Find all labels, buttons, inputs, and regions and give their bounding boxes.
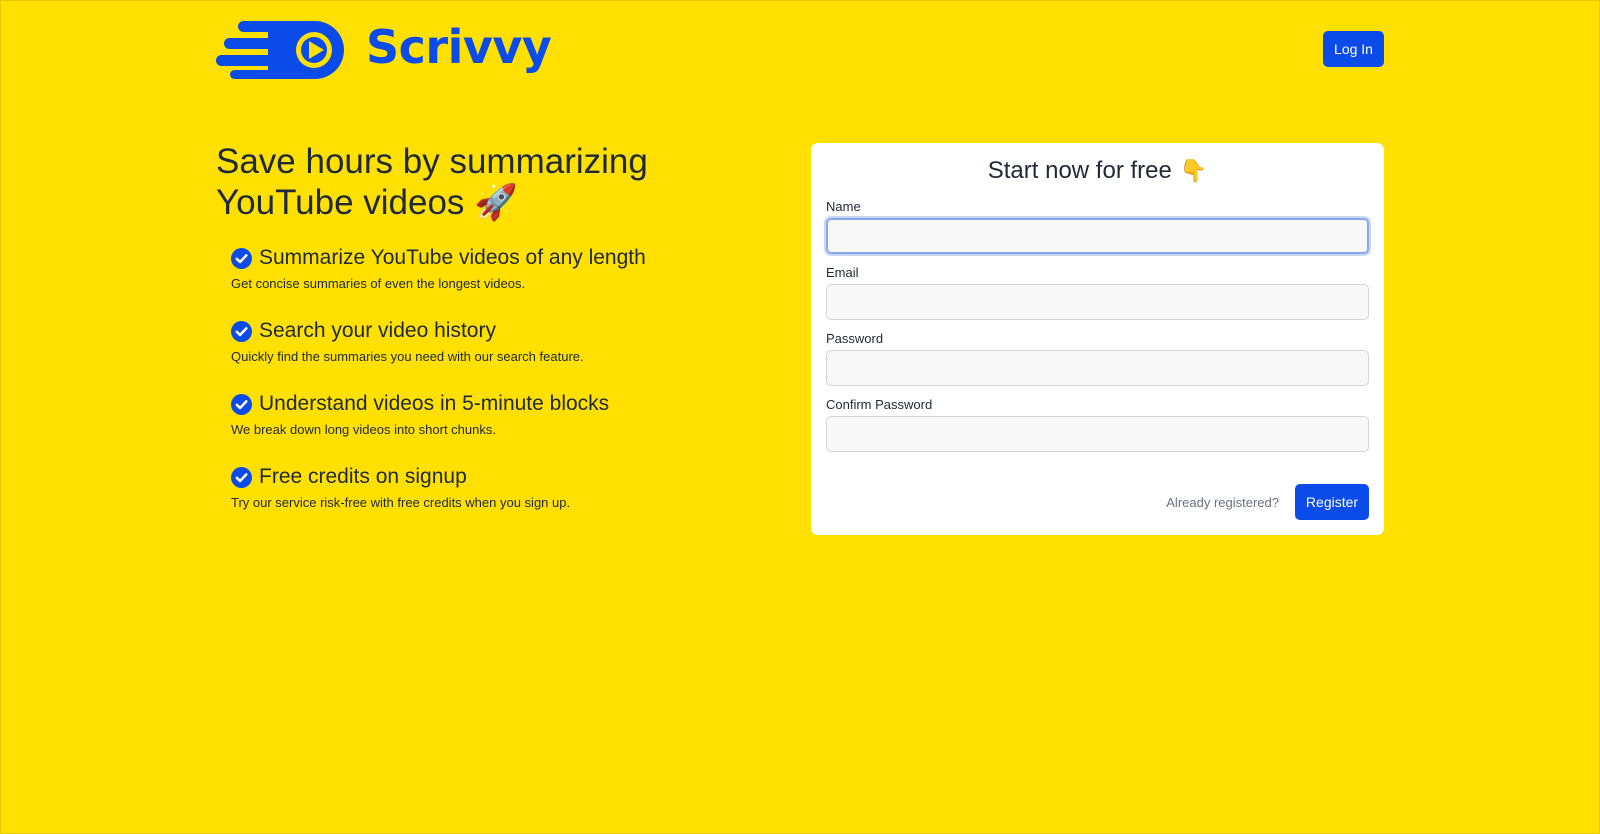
signup-card: Start now for free 👇 Name Email Password … [811,143,1384,535]
login-button[interactable]: Log In [1323,31,1384,67]
password-input[interactable] [826,350,1369,386]
feature-item: Summarize YouTube videos of any length G… [231,246,791,319]
feature-title: Search your video history [259,319,496,342]
feature-description: Quickly find the summaries you need with… [231,349,584,364]
brand-name: Scrivvy [366,20,552,74]
feature-title: Understand videos in 5-minute blocks [259,392,610,415]
pointing-down-emoji: 👇 [1179,158,1208,183]
form-actions: Already registered? Register [1166,484,1369,520]
email-input[interactable] [826,284,1369,320]
rocket-emoji: 🚀 [474,183,518,222]
name-label: Name [826,199,861,214]
confirm-password-label: Confirm Password [826,397,933,412]
feature-item: Free credits on signup Try our service r… [231,465,791,538]
scrivvy-logo[interactable]: Scrivvy [216,19,552,81]
confirm-password-input[interactable] [826,416,1369,452]
hero-title: Save hours by summarizing YouTube videos… [216,141,786,223]
name-input[interactable] [826,218,1369,254]
play-logo-icon [216,21,344,79]
check-circle-icon [231,247,252,269]
feature-description: Try our service risk-free with free cred… [231,495,571,510]
check-circle-icon [231,466,252,488]
feature-title: Summarize YouTube videos of any length [259,246,646,269]
hero-title-text: Save hours by summarizing YouTube videos [216,142,648,222]
signup-title-text: Start now for free [987,157,1172,184]
feature-list: Summarize YouTube videos of any length G… [231,246,791,538]
feature-description: Get concise summaries of even the longes… [231,276,526,291]
feature-title: Free credits on signup [259,465,467,488]
check-circle-icon [231,320,252,342]
signup-title: Start now for free 👇 [826,157,1369,187]
register-button[interactable]: Register [1295,484,1369,520]
feature-item: Search your video history Quickly find t… [231,319,791,392]
password-label: Password [826,331,884,346]
check-circle-icon [231,393,252,415]
email-label: Email [826,265,859,280]
feature-description: We break down long videos into short chu… [231,422,496,437]
already-registered-link[interactable]: Already registered? [1166,495,1279,510]
feature-item: Understand videos in 5-minute blocks We … [231,392,791,465]
